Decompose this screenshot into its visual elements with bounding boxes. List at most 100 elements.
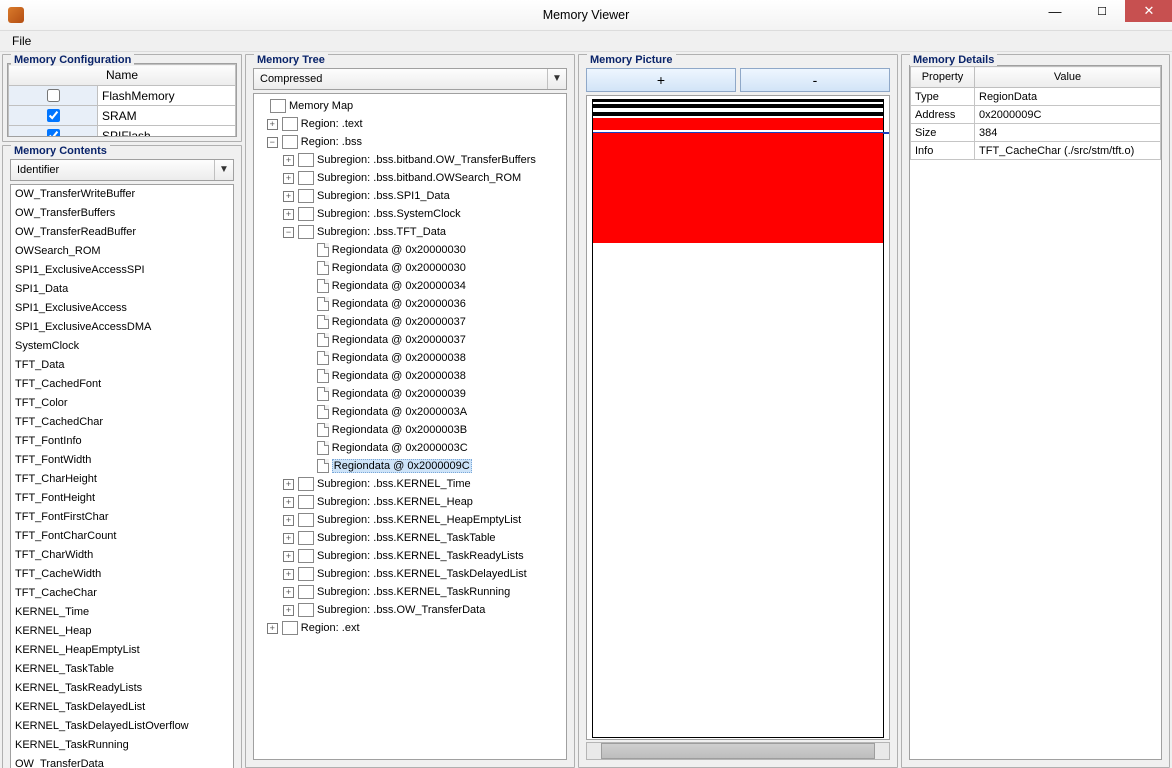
- list-item[interactable]: KERNEL_TaskDelayedListOverflow: [11, 717, 233, 736]
- tree-regiondata[interactable]: Regiondata @ 0x2000003A: [256, 403, 564, 421]
- tree-region-ext[interactable]: +Region: .ext: [256, 619, 564, 637]
- config-col-name[interactable]: Name: [9, 65, 236, 86]
- list-item[interactable]: TFT_CharHeight: [11, 470, 233, 489]
- tree-subregion[interactable]: +Subregion: .bss.SPI1_Data: [256, 187, 564, 205]
- tree-regiondata[interactable]: Regiondata @ 0x20000038: [256, 349, 564, 367]
- list-item[interactable]: OW_TransferWriteBuffer: [11, 185, 233, 204]
- list-item[interactable]: TFT_FontWidth: [11, 451, 233, 470]
- toggle-icon[interactable]: +: [267, 623, 278, 634]
- tree-root[interactable]: Memory Map: [256, 97, 564, 115]
- menu-file[interactable]: File: [6, 32, 37, 50]
- list-item[interactable]: OW_TransferBuffers: [11, 204, 233, 223]
- list-item[interactable]: OWSearch_ROM: [11, 242, 233, 261]
- tree-subregion[interactable]: +Subregion: .bss.KERNEL_TaskDelayedList: [256, 565, 564, 583]
- list-item[interactable]: SPI1_ExclusiveAccessSPI: [11, 261, 233, 280]
- config-checkbox[interactable]: [47, 129, 60, 137]
- tree-regiondata[interactable]: Regiondata @ 0x20000037: [256, 331, 564, 349]
- config-checkbox-cell[interactable]: [9, 126, 98, 138]
- details-col-property[interactable]: Property: [911, 67, 975, 88]
- toggle-icon[interactable]: +: [283, 533, 294, 544]
- tree-region-bss[interactable]: −Region: .bss: [256, 133, 564, 151]
- tree-regiondata[interactable]: Regiondata @ 0x20000036: [256, 295, 564, 313]
- config-checkbox-cell[interactable]: [9, 106, 98, 126]
- tree-subregion[interactable]: +Subregion: .bss.KERNEL_HeapEmptyList: [256, 511, 564, 529]
- tree-subregion[interactable]: +Subregion: .bss.OW_TransferData: [256, 601, 564, 619]
- picture-scrollbar[interactable]: [586, 742, 890, 760]
- maximize-button[interactable]: ☐: [1078, 0, 1125, 22]
- toggle-icon[interactable]: +: [283, 209, 294, 220]
- toggle-icon[interactable]: +: [283, 587, 294, 598]
- list-item[interactable]: TFT_FontInfo: [11, 432, 233, 451]
- list-item[interactable]: TFT_FontCharCount: [11, 527, 233, 546]
- toggle-icon[interactable]: −: [283, 227, 294, 238]
- list-item[interactable]: SPI1_Data: [11, 280, 233, 299]
- list-item[interactable]: OW_TransferReadBuffer: [11, 223, 233, 242]
- tree-subregion[interactable]: +Subregion: .bss.bitband.OW_TransferBuff…: [256, 151, 564, 169]
- toggle-icon[interactable]: +: [283, 569, 294, 580]
- tree-subregion[interactable]: +Subregion: .bss.bitband.OWSearch_ROM: [256, 169, 564, 187]
- details-table[interactable]: Property Value TypeRegionDataAddress0x20…: [910, 66, 1161, 160]
- toggle-icon[interactable]: +: [283, 497, 294, 508]
- close-button[interactable]: ✕: [1125, 0, 1172, 22]
- tree-regiondata[interactable]: Regiondata @ 0x20000039: [256, 385, 564, 403]
- list-item[interactable]: TFT_CacheWidth: [11, 565, 233, 584]
- zoom-out-button[interactable]: -: [740, 68, 890, 92]
- list-item[interactable]: OW_TransferData: [11, 755, 233, 768]
- list-item[interactable]: SystemClock: [11, 337, 233, 356]
- config-table[interactable]: Name FlashMemorySRAMSPIFlash: [8, 64, 236, 137]
- toggle-icon[interactable]: +: [283, 551, 294, 562]
- list-item[interactable]: TFT_FontHeight: [11, 489, 233, 508]
- contents-list[interactable]: OW_TransferWriteBufferOW_TransferBuffers…: [11, 185, 233, 768]
- toggle-icon[interactable]: −: [267, 137, 278, 148]
- list-item[interactable]: KERNEL_Time: [11, 603, 233, 622]
- list-item[interactable]: KERNEL_Heap: [11, 622, 233, 641]
- list-item[interactable]: TFT_CachedChar: [11, 413, 233, 432]
- list-item[interactable]: TFT_Data: [11, 356, 233, 375]
- config-checkbox-cell[interactable]: [9, 86, 98, 106]
- tree-regiondata[interactable]: Regiondata @ 0x20000030: [256, 259, 564, 277]
- minimize-button[interactable]: —: [1031, 0, 1078, 22]
- tree-subregion-tft[interactable]: −Subregion: .bss.TFT_Data: [256, 223, 564, 241]
- tree-subregion[interactable]: +Subregion: .bss.KERNEL_TaskRunning: [256, 583, 564, 601]
- toggle-icon[interactable]: +: [283, 173, 294, 184]
- tree-regiondata[interactable]: Regiondata @ 0x2000009C: [256, 457, 564, 475]
- details-col-value[interactable]: Value: [975, 67, 1161, 88]
- list-item[interactable]: KERNEL_TaskTable: [11, 660, 233, 679]
- tree-regiondata[interactable]: Regiondata @ 0x20000038: [256, 367, 564, 385]
- list-item[interactable]: TFT_CharWidth: [11, 546, 233, 565]
- zoom-in-button[interactable]: +: [586, 68, 736, 92]
- list-item[interactable]: SPI1_ExclusiveAccessDMA: [11, 318, 233, 337]
- tree-regiondata[interactable]: Regiondata @ 0x20000037: [256, 313, 564, 331]
- tree-subregion[interactable]: +Subregion: .bss.SystemClock: [256, 205, 564, 223]
- list-item[interactable]: KERNEL_TaskRunning: [11, 736, 233, 755]
- config-row[interactable]: SRAM: [9, 106, 236, 126]
- tree-regiondata[interactable]: Regiondata @ 0x2000003B: [256, 421, 564, 439]
- toggle-icon[interactable]: +: [283, 191, 294, 202]
- tree-regiondata[interactable]: Regiondata @ 0x20000034: [256, 277, 564, 295]
- toggle-icon[interactable]: +: [267, 119, 278, 130]
- list-item[interactable]: TFT_FontFirstChar: [11, 508, 233, 527]
- list-item[interactable]: TFT_Color: [11, 394, 233, 413]
- tree-region-text[interactable]: +Region: .text: [256, 115, 564, 133]
- tree-regiondata[interactable]: Regiondata @ 0x20000030: [256, 241, 564, 259]
- list-item[interactable]: TFT_CacheChar: [11, 584, 233, 603]
- list-item[interactable]: TFT_CachedFont: [11, 375, 233, 394]
- list-item[interactable]: KERNEL_TaskDelayedList: [11, 698, 233, 717]
- config-checkbox[interactable]: [47, 109, 60, 122]
- contents-identifier-dropdown[interactable]: Identifier ▼: [10, 159, 234, 181]
- config-row[interactable]: FlashMemory: [9, 86, 236, 106]
- toggle-icon[interactable]: +: [283, 515, 294, 526]
- tree-subregion[interactable]: +Subregion: .bss.KERNEL_Time: [256, 475, 564, 493]
- list-item[interactable]: SPI1_ExclusiveAccess: [11, 299, 233, 318]
- config-row[interactable]: SPIFlash: [9, 126, 236, 138]
- list-item[interactable]: KERNEL_HeapEmptyList: [11, 641, 233, 660]
- toggle-icon[interactable]: +: [283, 155, 294, 166]
- tree-subregion[interactable]: +Subregion: .bss.KERNEL_TaskReadyLists: [256, 547, 564, 565]
- tree-subregion[interactable]: +Subregion: .bss.KERNEL_TaskTable: [256, 529, 564, 547]
- toggle-icon[interactable]: +: [283, 479, 294, 490]
- config-checkbox[interactable]: [47, 89, 60, 102]
- toggle-icon[interactable]: +: [283, 605, 294, 616]
- tree-mode-dropdown[interactable]: Compressed ▼: [253, 68, 567, 90]
- memory-picture-canvas[interactable]: [586, 95, 890, 740]
- list-item[interactable]: KERNEL_TaskReadyLists: [11, 679, 233, 698]
